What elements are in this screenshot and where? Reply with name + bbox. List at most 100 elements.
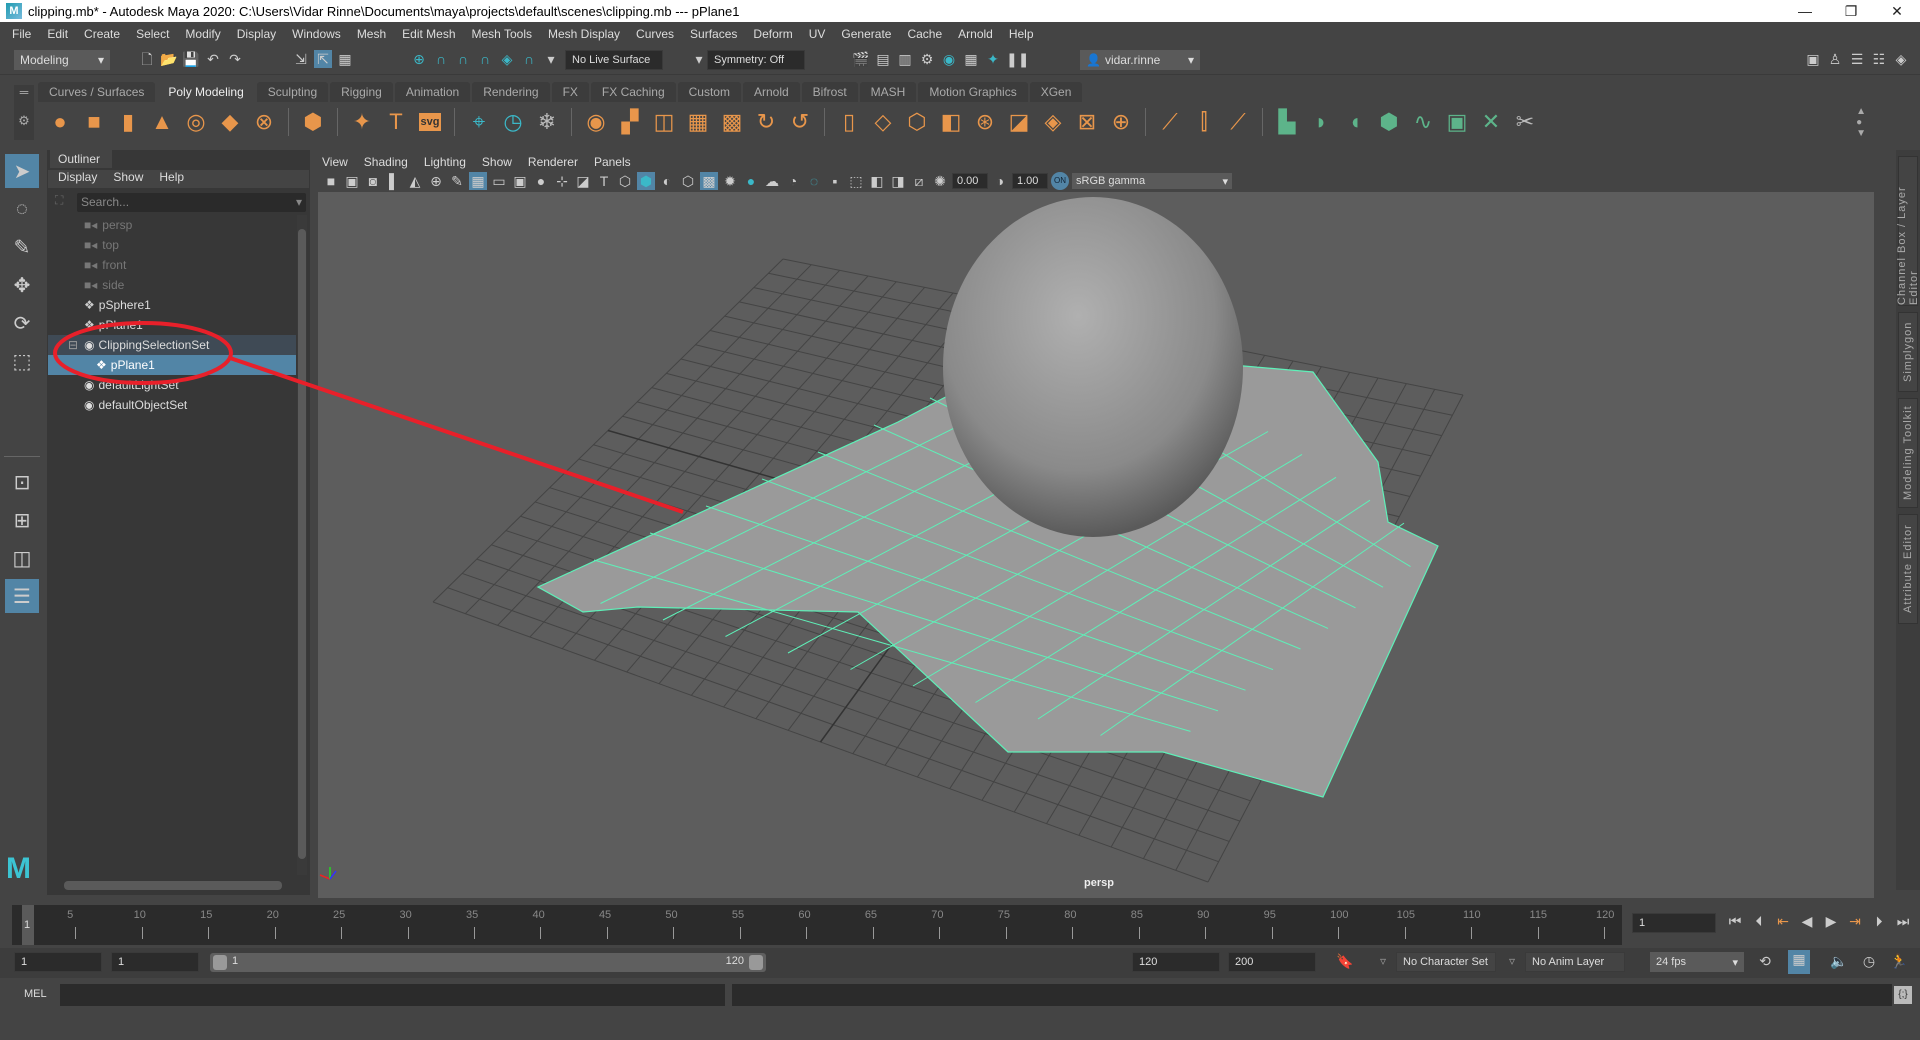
wireframe-on-shaded-icon[interactable]: ⬡ bbox=[679, 172, 697, 190]
uv-automatic-icon[interactable]: ⬢ bbox=[1375, 108, 1403, 136]
fill-hole-icon[interactable]: ⊛ bbox=[971, 108, 999, 136]
2d-pan-zoom-icon[interactable]: ⊕ bbox=[427, 172, 445, 190]
tab-fx-caching[interactable]: FX Caching bbox=[590, 82, 676, 102]
super-shape-icon[interactable]: ✦ bbox=[348, 108, 376, 136]
rotate-tool-icon[interactable]: ⟳ bbox=[5, 306, 39, 340]
snap-curve-icon[interactable]: ∩ bbox=[432, 50, 450, 68]
mirror-geometry-icon[interactable]: ◫ bbox=[650, 108, 678, 136]
field-chart-icon[interactable]: ⊹ bbox=[553, 172, 571, 190]
cache-playback-icon[interactable]: ▦ bbox=[1788, 950, 1810, 974]
menu-display[interactable]: Display bbox=[229, 27, 284, 41]
render-frame-icon[interactable]: ▤ bbox=[874, 50, 892, 68]
uv-layout-icon[interactable]: ✕ bbox=[1477, 108, 1505, 136]
viewport-menu-show[interactable]: Show bbox=[482, 155, 512, 169]
minimize-button[interactable]: — bbox=[1782, 0, 1828, 22]
outliner-menu-help[interactable]: Help bbox=[159, 170, 184, 188]
menu-mesh[interactable]: Mesh bbox=[349, 27, 394, 41]
current-frame-marker[interactable]: 1 bbox=[22, 905, 34, 945]
live-surface-field[interactable]: No Live Surface bbox=[565, 50, 663, 70]
tab-animation[interactable]: Animation bbox=[394, 82, 471, 102]
playback-start-field[interactable]: 1 bbox=[111, 952, 199, 972]
history-icon[interactable]: ◷ bbox=[499, 108, 527, 136]
shelf-menu-icon[interactable]: ═ bbox=[14, 85, 34, 99]
chevron-down-icon[interactable]: ▿ bbox=[1380, 954, 1386, 968]
snap-live-icon[interactable]: ◈ bbox=[498, 50, 516, 68]
persp-outliner-layout-icon[interactable]: ◫ bbox=[5, 541, 39, 575]
outliner-menu-display[interactable]: Display bbox=[58, 170, 97, 188]
wedge-icon[interactable]: ◈ bbox=[1039, 108, 1067, 136]
redo-icon[interactable]: ↷ bbox=[226, 50, 244, 68]
select-camera-icon[interactable]: ■ bbox=[322, 172, 340, 190]
playback-prefs-icon[interactable]: 🏃 bbox=[1890, 952, 1908, 970]
range-slider[interactable]: 1 120 bbox=[210, 953, 766, 972]
menu-mesh-tools[interactable]: Mesh Tools bbox=[464, 27, 540, 41]
tab-xgen[interactable]: XGen bbox=[1029, 82, 1083, 102]
playback-end-field[interactable]: 120 bbox=[1132, 952, 1220, 972]
viewport-menu-renderer[interactable]: Renderer bbox=[528, 155, 578, 169]
undo-icon[interactable]: ↶ bbox=[204, 50, 222, 68]
combine-icon[interactable]: ◉ bbox=[582, 108, 610, 136]
use-all-lights-icon[interactable]: ✹ bbox=[721, 172, 739, 190]
menu-cache[interactable]: Cache bbox=[899, 27, 950, 41]
poly-cylinder-icon[interactable]: ▮ bbox=[114, 108, 142, 136]
svg-icon[interactable]: svg bbox=[416, 108, 444, 136]
auto-key-icon[interactable]: 🔖 bbox=[1336, 952, 1354, 970]
tab-mash[interactable]: MASH bbox=[859, 82, 917, 102]
grease-pencil-icon[interactable]: ✎ bbox=[448, 172, 466, 190]
outliner-layout-icon[interactable]: ☰ bbox=[5, 579, 39, 613]
move-tool-icon[interactable]: ✥ bbox=[5, 268, 39, 302]
uv-cut-sew-icon[interactable]: ✂ bbox=[1511, 108, 1539, 136]
lock-camera-icon[interactable]: ▣ bbox=[343, 172, 361, 190]
snap-view-plane-icon[interactable]: ∩ bbox=[476, 50, 494, 68]
user-account-dropdown[interactable]: 👤 vidar.rinne ▾ bbox=[1080, 50, 1200, 70]
outliner-vertical-scrollbar[interactable] bbox=[297, 215, 307, 875]
safe-action-icon[interactable]: ◪ bbox=[574, 172, 592, 190]
resolution-gate-icon[interactable]: ▣ bbox=[511, 172, 529, 190]
select-hierarchy-icon[interactable]: ⇲ bbox=[292, 50, 310, 68]
tab-arnold[interactable]: Arnold bbox=[742, 82, 800, 102]
outliner-tab[interactable]: Outliner bbox=[50, 150, 112, 168]
poly-torus-icon[interactable]: ◎ bbox=[182, 108, 210, 136]
chevron-down-icon[interactable]: ▾ bbox=[542, 50, 560, 68]
snap-grid-icon[interactable]: ⊕ bbox=[410, 50, 428, 68]
wireframe-icon[interactable]: ⬡ bbox=[616, 172, 634, 190]
uv-cylindrical-icon[interactable]: ◗ bbox=[1307, 108, 1335, 136]
freeze-icon[interactable]: ❄ bbox=[533, 108, 561, 136]
attribute-editor-icon[interactable]: ☰ bbox=[1848, 50, 1866, 68]
save-scene-icon[interactable]: 💾 bbox=[182, 50, 200, 68]
tab-fx[interactable]: FX bbox=[551, 82, 589, 102]
anti-aliasing-icon[interactable]: ◌ bbox=[805, 172, 823, 190]
safe-title-icon[interactable]: T bbox=[595, 172, 613, 190]
viewport-menu-panels[interactable]: Panels bbox=[594, 155, 631, 169]
list-item[interactable]: ■◂ side bbox=[48, 275, 296, 295]
extrude-icon[interactable]: ▯ bbox=[835, 108, 863, 136]
ipr-render-icon[interactable]: ▥ bbox=[896, 50, 914, 68]
poly-type-icon[interactable]: T bbox=[382, 108, 410, 136]
list-item[interactable]: ⊟ ◉ ClippingSelectionSet bbox=[48, 335, 296, 355]
character-set-field[interactable]: No Character Set bbox=[1396, 952, 1496, 972]
tool-settings-icon[interactable]: ☷ bbox=[1870, 50, 1888, 68]
menu-mesh-display[interactable]: Mesh Display bbox=[540, 27, 628, 41]
default-material-icon[interactable]: ◐ bbox=[658, 172, 676, 190]
list-item[interactable]: ❖ pPlane1 bbox=[48, 315, 296, 335]
scale-tool-icon[interactable]: ⬚ bbox=[5, 344, 39, 378]
tab-curves-surfaces[interactable]: Curves / Surfaces bbox=[38, 82, 156, 102]
isolate-select-icon[interactable]: ⬚ bbox=[847, 172, 865, 190]
smooth-shade-icon[interactable]: ⬢ bbox=[637, 172, 655, 190]
list-item[interactable]: ◉ defaultObjectSet bbox=[48, 395, 296, 415]
step-back-frame-icon[interactable]: ⏴ bbox=[1750, 912, 1768, 930]
shelf-scroll[interactable]: ▲ ● ▼ bbox=[1856, 106, 1866, 139]
grid-icon[interactable]: ▦ bbox=[469, 172, 487, 190]
menu-edit-mesh[interactable]: Edit Mesh bbox=[394, 27, 463, 41]
go-to-start-icon[interactable]: ⏮ bbox=[1726, 912, 1744, 930]
tab-modeling-toolkit[interactable]: Modeling Toolkit bbox=[1898, 398, 1918, 508]
start-time-field[interactable]: 1 bbox=[14, 952, 102, 972]
retopologize-icon[interactable]: ↺ bbox=[786, 108, 814, 136]
separate-icon[interactable]: ▞ bbox=[616, 108, 644, 136]
outliner-menu-show[interactable]: Show bbox=[113, 170, 143, 188]
menu-edit[interactable]: Edit bbox=[39, 27, 76, 41]
bookmark-icon[interactable]: ▌ bbox=[385, 172, 403, 190]
time-slider[interactable]: 1 5 10 15 20 25 30 35 40 45 50 55 60 65 70 75 80 85 90 95 1… bbox=[12, 905, 1622, 945]
script-editor-icon[interactable]: {;} bbox=[1894, 986, 1912, 1004]
open-scene-icon[interactable]: 📂 bbox=[160, 50, 178, 68]
